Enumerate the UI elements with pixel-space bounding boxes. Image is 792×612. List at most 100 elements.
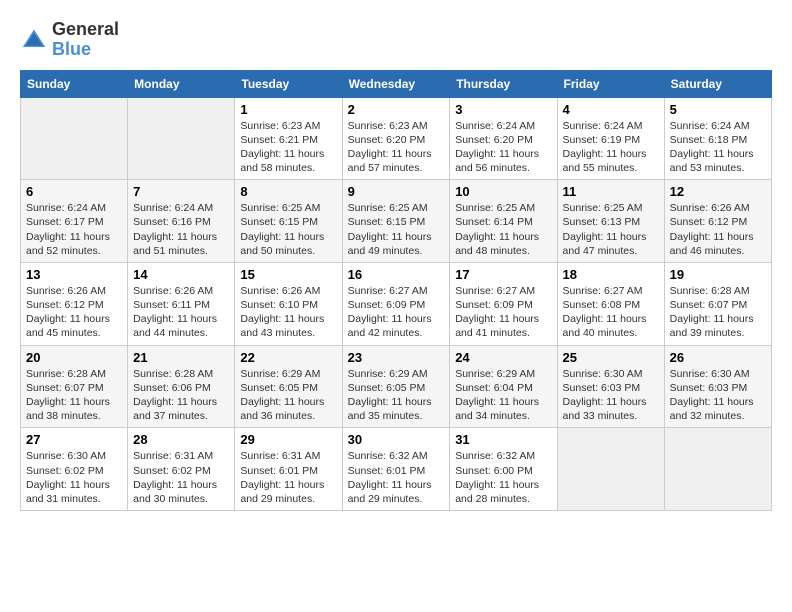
day-number: 7	[133, 184, 229, 199]
day-number: 20	[26, 350, 122, 365]
day-info: Sunrise: 6:30 AM Sunset: 6:03 PM Dayligh…	[670, 367, 766, 424]
calendar-week-row: 20 Sunrise: 6:28 AM Sunset: 6:07 PM Dayli…	[21, 345, 772, 428]
day-number: 3	[455, 102, 551, 117]
logo-text-line1: General	[52, 20, 119, 40]
day-number: 17	[455, 267, 551, 282]
day-info: Sunrise: 6:25 AM Sunset: 6:15 PM Dayligh…	[240, 201, 336, 258]
calendar-cell: 2 Sunrise: 6:23 AM Sunset: 6:20 PM Daylig…	[342, 97, 450, 180]
day-number: 19	[670, 267, 766, 282]
day-number: 14	[133, 267, 229, 282]
day-number: 11	[563, 184, 659, 199]
day-info: Sunrise: 6:24 AM Sunset: 6:17 PM Dayligh…	[26, 201, 122, 258]
calendar-cell	[128, 97, 235, 180]
calendar-cell: 25 Sunrise: 6:30 AM Sunset: 6:03 PM Dayli…	[557, 345, 664, 428]
day-number: 26	[670, 350, 766, 365]
logo: General Blue	[20, 20, 119, 60]
day-number: 8	[240, 184, 336, 199]
calendar-cell	[21, 97, 128, 180]
logo-text-line2: Blue	[52, 40, 119, 60]
calendar-cell: 11 Sunrise: 6:25 AM Sunset: 6:13 PM Dayli…	[557, 180, 664, 263]
day-number: 15	[240, 267, 336, 282]
calendar-week-row: 1Sunrise: 6:23 AM Sunset: 6:21 PM Daylig…	[21, 97, 772, 180]
calendar-cell: 30 Sunrise: 6:32 AM Sunset: 6:01 PM Dayli…	[342, 428, 450, 511]
calendar-cell: 10Sunrise: 6:25 AM Sunset: 6:14 PM Dayli…	[450, 180, 557, 263]
day-info: Sunrise: 6:26 AM Sunset: 6:11 PM Dayligh…	[133, 284, 229, 341]
weekday-header-tuesday: Tuesday	[235, 70, 342, 97]
day-number: 31	[455, 432, 551, 447]
calendar-cell: 5 Sunrise: 6:24 AM Sunset: 6:18 PM Daylig…	[664, 97, 771, 180]
calendar-cell	[664, 428, 771, 511]
day-info: Sunrise: 6:27 AM Sunset: 6:08 PM Dayligh…	[563, 284, 659, 341]
calendar-week-row: 6Sunrise: 6:24 AM Sunset: 6:17 PM Daylig…	[21, 180, 772, 263]
day-info: Sunrise: 6:25 AM Sunset: 6:13 PM Dayligh…	[563, 201, 659, 258]
calendar-cell: 12Sunrise: 6:26 AM Sunset: 6:12 PM Dayli…	[664, 180, 771, 263]
day-info: Sunrise: 6:26 AM Sunset: 6:10 PM Dayligh…	[240, 284, 336, 341]
day-number: 21	[133, 350, 229, 365]
day-info: Sunrise: 6:30 AM Sunset: 6:03 PM Dayligh…	[563, 367, 659, 424]
day-info: Sunrise: 6:25 AM Sunset: 6:15 PM Dayligh…	[348, 201, 445, 258]
day-number: 5	[670, 102, 766, 117]
day-number: 27	[26, 432, 122, 447]
day-info: Sunrise: 6:27 AM Sunset: 6:09 PM Dayligh…	[348, 284, 445, 341]
day-number: 28	[133, 432, 229, 447]
calendar-cell: 9 Sunrise: 6:25 AM Sunset: 6:15 PM Daylig…	[342, 180, 450, 263]
calendar-cell: 13Sunrise: 6:26 AM Sunset: 6:12 PM Dayli…	[21, 262, 128, 345]
calendar-cell: 24Sunrise: 6:29 AM Sunset: 6:04 PM Dayli…	[450, 345, 557, 428]
calendar-cell: 6Sunrise: 6:24 AM Sunset: 6:17 PM Daylig…	[21, 180, 128, 263]
day-info: Sunrise: 6:32 AM Sunset: 6:00 PM Dayligh…	[455, 449, 551, 506]
calendar-cell: 31 Sunrise: 6:32 AM Sunset: 6:00 PM Dayli…	[450, 428, 557, 511]
calendar-cell: 21 Sunrise: 6:28 AM Sunset: 6:06 PM Dayli…	[128, 345, 235, 428]
day-number: 2	[348, 102, 445, 117]
calendar-cell: 4Sunrise: 6:24 AM Sunset: 6:19 PM Daylig…	[557, 97, 664, 180]
day-info: Sunrise: 6:29 AM Sunset: 6:05 PM Dayligh…	[240, 367, 336, 424]
day-number: 25	[563, 350, 659, 365]
day-info: Sunrise: 6:28 AM Sunset: 6:07 PM Dayligh…	[670, 284, 766, 341]
day-info: Sunrise: 6:30 AM Sunset: 6:02 PM Dayligh…	[26, 449, 122, 506]
calendar-cell: 20 Sunrise: 6:28 AM Sunset: 6:07 PM Dayli…	[21, 345, 128, 428]
weekday-header-row: SundayMondayTuesdayWednesdayThursdayFrid…	[21, 70, 772, 97]
logo-icon	[20, 26, 48, 54]
weekday-header-thursday: Thursday	[450, 70, 557, 97]
day-number: 22	[240, 350, 336, 365]
calendar-cell: 17 Sunrise: 6:27 AM Sunset: 6:09 PM Dayli…	[450, 262, 557, 345]
weekday-header-friday: Friday	[557, 70, 664, 97]
weekday-header-saturday: Saturday	[664, 70, 771, 97]
day-info: Sunrise: 6:24 AM Sunset: 6:20 PM Dayligh…	[455, 119, 551, 176]
calendar-cell: 7 Sunrise: 6:24 AM Sunset: 6:16 PM Daylig…	[128, 180, 235, 263]
day-info: Sunrise: 6:27 AM Sunset: 6:09 PM Dayligh…	[455, 284, 551, 341]
day-info: Sunrise: 6:23 AM Sunset: 6:21 PM Dayligh…	[240, 119, 336, 176]
calendar-cell: 15 Sunrise: 6:26 AM Sunset: 6:10 PM Dayli…	[235, 262, 342, 345]
day-number: 16	[348, 267, 445, 282]
day-info: Sunrise: 6:31 AM Sunset: 6:02 PM Dayligh…	[133, 449, 229, 506]
day-info: Sunrise: 6:23 AM Sunset: 6:20 PM Dayligh…	[348, 119, 445, 176]
calendar-cell: 22 Sunrise: 6:29 AM Sunset: 6:05 PM Dayli…	[235, 345, 342, 428]
calendar-cell: 3 Sunrise: 6:24 AM Sunset: 6:20 PM Daylig…	[450, 97, 557, 180]
calendar-cell: 8 Sunrise: 6:25 AM Sunset: 6:15 PM Daylig…	[235, 180, 342, 263]
calendar-cell: 26 Sunrise: 6:30 AM Sunset: 6:03 PM Dayli…	[664, 345, 771, 428]
day-number: 30	[348, 432, 445, 447]
calendar-cell: 18Sunrise: 6:27 AM Sunset: 6:08 PM Dayli…	[557, 262, 664, 345]
day-info: Sunrise: 6:29 AM Sunset: 6:05 PM Dayligh…	[348, 367, 445, 424]
day-info: Sunrise: 6:32 AM Sunset: 6:01 PM Dayligh…	[348, 449, 445, 506]
day-number: 10	[455, 184, 551, 199]
calendar-cell	[557, 428, 664, 511]
day-info: Sunrise: 6:28 AM Sunset: 6:06 PM Dayligh…	[133, 367, 229, 424]
day-number: 13	[26, 267, 122, 282]
calendar-cell: 28 Sunrise: 6:31 AM Sunset: 6:02 PM Dayli…	[128, 428, 235, 511]
calendar-cell: 14 Sunrise: 6:26 AM Sunset: 6:11 PM Dayli…	[128, 262, 235, 345]
day-info: Sunrise: 6:24 AM Sunset: 6:19 PM Dayligh…	[563, 119, 659, 176]
day-info: Sunrise: 6:24 AM Sunset: 6:18 PM Dayligh…	[670, 119, 766, 176]
day-info: Sunrise: 6:31 AM Sunset: 6:01 PM Dayligh…	[240, 449, 336, 506]
weekday-header-sunday: Sunday	[21, 70, 128, 97]
day-info: Sunrise: 6:26 AM Sunset: 6:12 PM Dayligh…	[670, 201, 766, 258]
weekday-header-wednesday: Wednesday	[342, 70, 450, 97]
calendar-cell: 23Sunrise: 6:29 AM Sunset: 6:05 PM Dayli…	[342, 345, 450, 428]
day-info: Sunrise: 6:28 AM Sunset: 6:07 PM Dayligh…	[26, 367, 122, 424]
calendar-cell: 27 Sunrise: 6:30 AM Sunset: 6:02 PM Dayli…	[21, 428, 128, 511]
day-info: Sunrise: 6:24 AM Sunset: 6:16 PM Dayligh…	[133, 201, 229, 258]
weekday-header-monday: Monday	[128, 70, 235, 97]
day-number: 24	[455, 350, 551, 365]
calendar-table: SundayMondayTuesdayWednesdayThursdayFrid…	[20, 70, 772, 511]
day-number: 9	[348, 184, 445, 199]
calendar-cell: 16 Sunrise: 6:27 AM Sunset: 6:09 PM Dayli…	[342, 262, 450, 345]
